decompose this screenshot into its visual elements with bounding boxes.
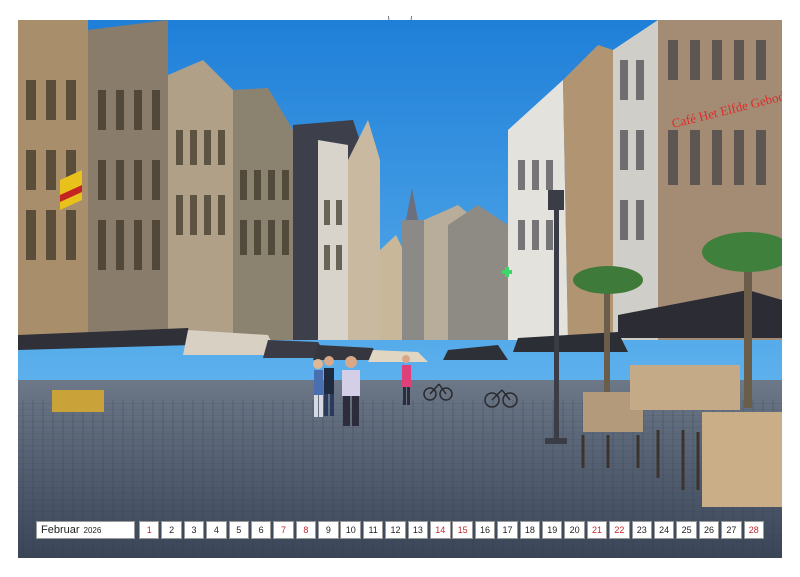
day-cell: 23 (631, 521, 653, 539)
day-cell: 7 (273, 521, 294, 539)
day-cell: 24 (653, 521, 675, 539)
day-cells: 1 2 3 4 5 6 7 8 9 10 11 12 13 14 15 16 17 18 19 20 21 22 23 24 2… (137, 521, 764, 539)
day-cell: 2 (161, 521, 182, 539)
day-cell: 12 (385, 521, 406, 539)
day-cell: 14 (430, 521, 451, 539)
calendar-strip: Februar 2026 1 2 3 4 5 6 7 8 9 10 11 12 13 14 15 16 17 18… (36, 521, 764, 539)
day-cell: 18 (519, 521, 541, 539)
year-label: 2026 (83, 525, 102, 535)
day-cell: 1 (138, 521, 160, 539)
day-cell: 10 (340, 521, 361, 539)
day-cell: 11 (362, 521, 384, 539)
antwerp-square-photo: Café Het Elfde Gebod (18, 20, 782, 558)
day-cell: 28 (743, 521, 764, 539)
day-cell: 5 (228, 521, 250, 539)
month-name: Februar (41, 524, 80, 536)
day-cell: 3 (183, 521, 205, 539)
day-cell: 25 (676, 521, 697, 539)
day-cell: 9 (318, 521, 339, 539)
day-cell: 4 (206, 521, 227, 539)
calendar-photo: Café Het Elfde Gebod (18, 20, 782, 558)
month-label: Februar 2026 (36, 521, 136, 539)
day-cell: 20 (564, 521, 585, 539)
day-cell: 21 (586, 521, 608, 539)
day-cell: 22 (609, 521, 630, 539)
day-cell: 26 (698, 521, 720, 539)
day-cell: 19 (541, 521, 563, 539)
day-cell: 6 (250, 521, 272, 539)
day-cell: 13 (407, 521, 429, 539)
day-cell: 17 (497, 521, 518, 539)
day-cell: 16 (474, 521, 496, 539)
day-cell: 8 (295, 521, 317, 539)
day-cell: 27 (721, 521, 742, 539)
day-cell: 15 (452, 521, 473, 539)
